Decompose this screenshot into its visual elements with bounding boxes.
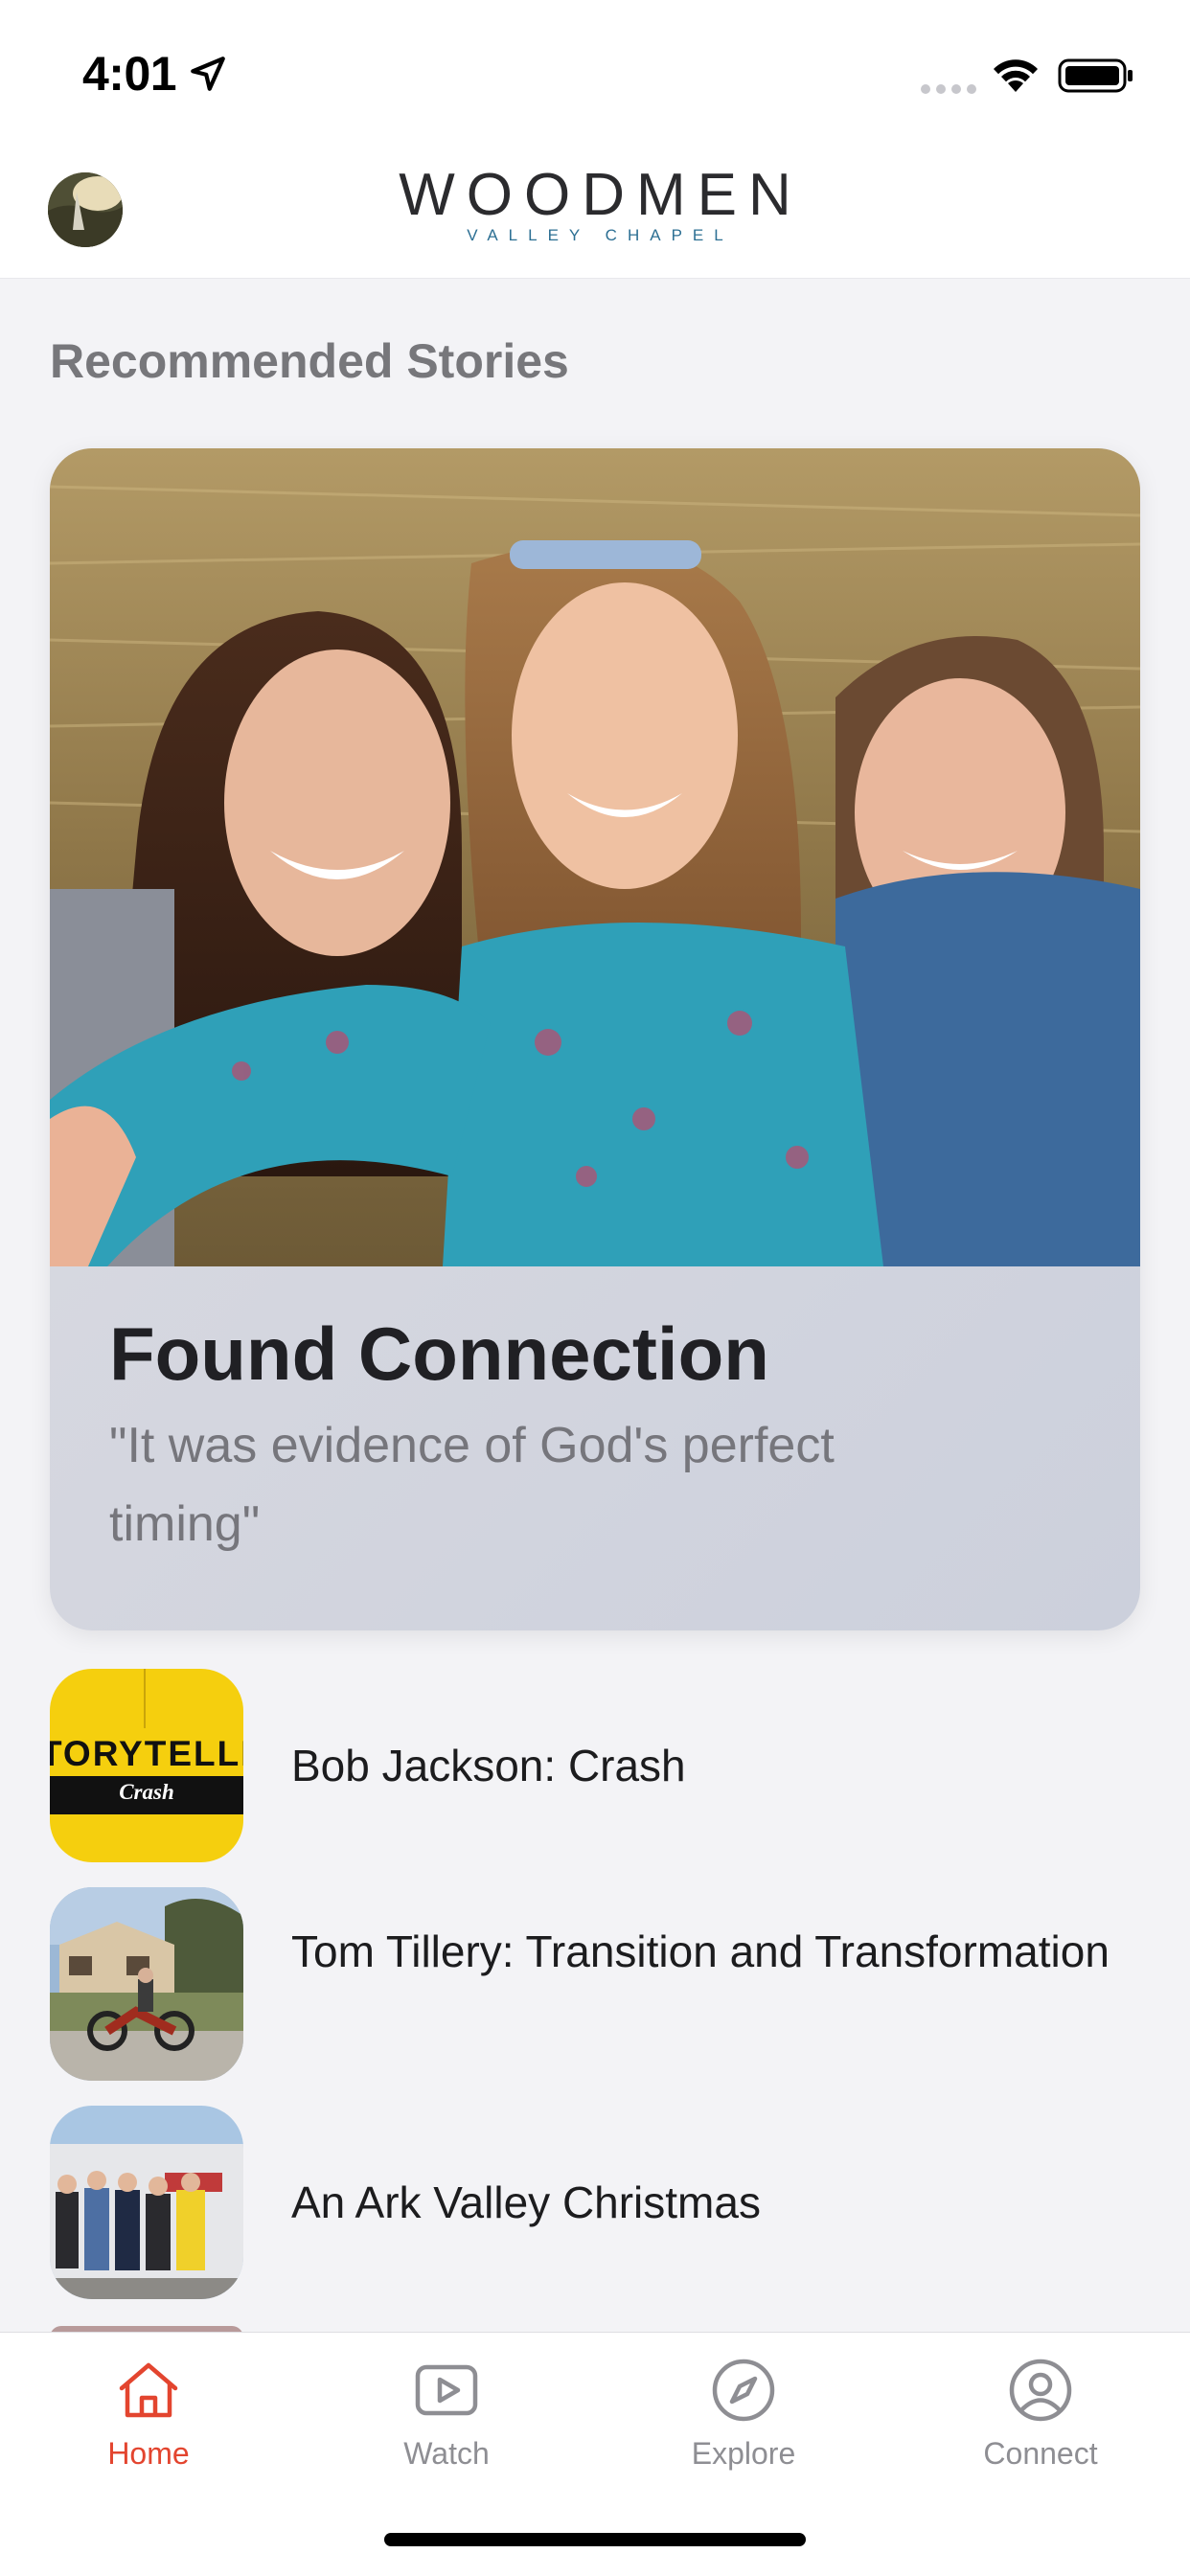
cellular-signal-icon bbox=[921, 84, 976, 94]
thumbnail-subtitle: Crash bbox=[119, 1780, 174, 1804]
story-thumbnail: TORYTELLERS Crash bbox=[50, 1669, 243, 1862]
compass-icon bbox=[712, 2359, 775, 2422]
tab-label: Connect bbox=[983, 2436, 1098, 2471]
wifi-icon bbox=[994, 59, 1038, 92]
play-icon bbox=[415, 2364, 478, 2416]
woodmen-logo: WOODMEN VALLEY CHAPEL bbox=[0, 165, 1190, 245]
featured-story-image bbox=[50, 448, 1140, 1266]
featured-story-card[interactable]: Found Connection "It was evidence of God… bbox=[50, 448, 1140, 1630]
app-header: WOODMEN VALLEY CHAPEL bbox=[0, 144, 1190, 279]
story-thumbnail bbox=[50, 2106, 243, 2299]
thumbnail-decor-line bbox=[144, 1669, 146, 1728]
tab-explore[interactable]: Explore bbox=[595, 2356, 892, 2490]
featured-story-subtitle: "It was evidence of God's perfect timing… bbox=[109, 1418, 835, 1552]
battery-icon bbox=[1058, 58, 1133, 93]
story-title: An Ark Valley Christmas bbox=[291, 2177, 761, 2227]
story-title: Bob Jackson: Crash bbox=[291, 1741, 686, 1790]
location-arrow-icon bbox=[191, 57, 225, 91]
status-bar: 4:01 bbox=[0, 0, 1190, 144]
list-item[interactable]: Tom Tillery: Transition and Transformati… bbox=[50, 1887, 1140, 2081]
thumbnail-word: TORYTELLERS bbox=[50, 1734, 243, 1773]
logo-main-text: WOODMEN bbox=[399, 162, 803, 228]
list-item[interactable]: TORYTELLERS Crash Bob Jackson: Crash bbox=[50, 1669, 1140, 1862]
user-circle-icon bbox=[1009, 2359, 1072, 2422]
story-title: Tom Tillery: Transition and Transformati… bbox=[291, 1926, 1110, 1976]
tab-label: Explore bbox=[691, 2436, 796, 2471]
tab-label: Home bbox=[107, 2436, 190, 2471]
list-item[interactable]: An Ark Valley Christmas bbox=[50, 2106, 1140, 2299]
tab-label: Watch bbox=[403, 2436, 490, 2471]
section-title: Recommended Stories bbox=[50, 334, 569, 388]
tab-connect[interactable]: Connect bbox=[892, 2356, 1189, 2490]
logo-sub-text: VALLEY CHAPEL bbox=[467, 226, 734, 244]
home-indicator[interactable] bbox=[384, 2533, 806, 2546]
featured-story-title: Found Connection bbox=[109, 1311, 769, 1396]
tab-watch[interactable]: Watch bbox=[298, 2356, 595, 2490]
story-thumbnail bbox=[50, 1887, 243, 2081]
tab-home[interactable]: Home bbox=[0, 2356, 297, 2490]
status-time: 4:01 bbox=[82, 47, 177, 101]
home-icon bbox=[119, 2362, 178, 2418]
